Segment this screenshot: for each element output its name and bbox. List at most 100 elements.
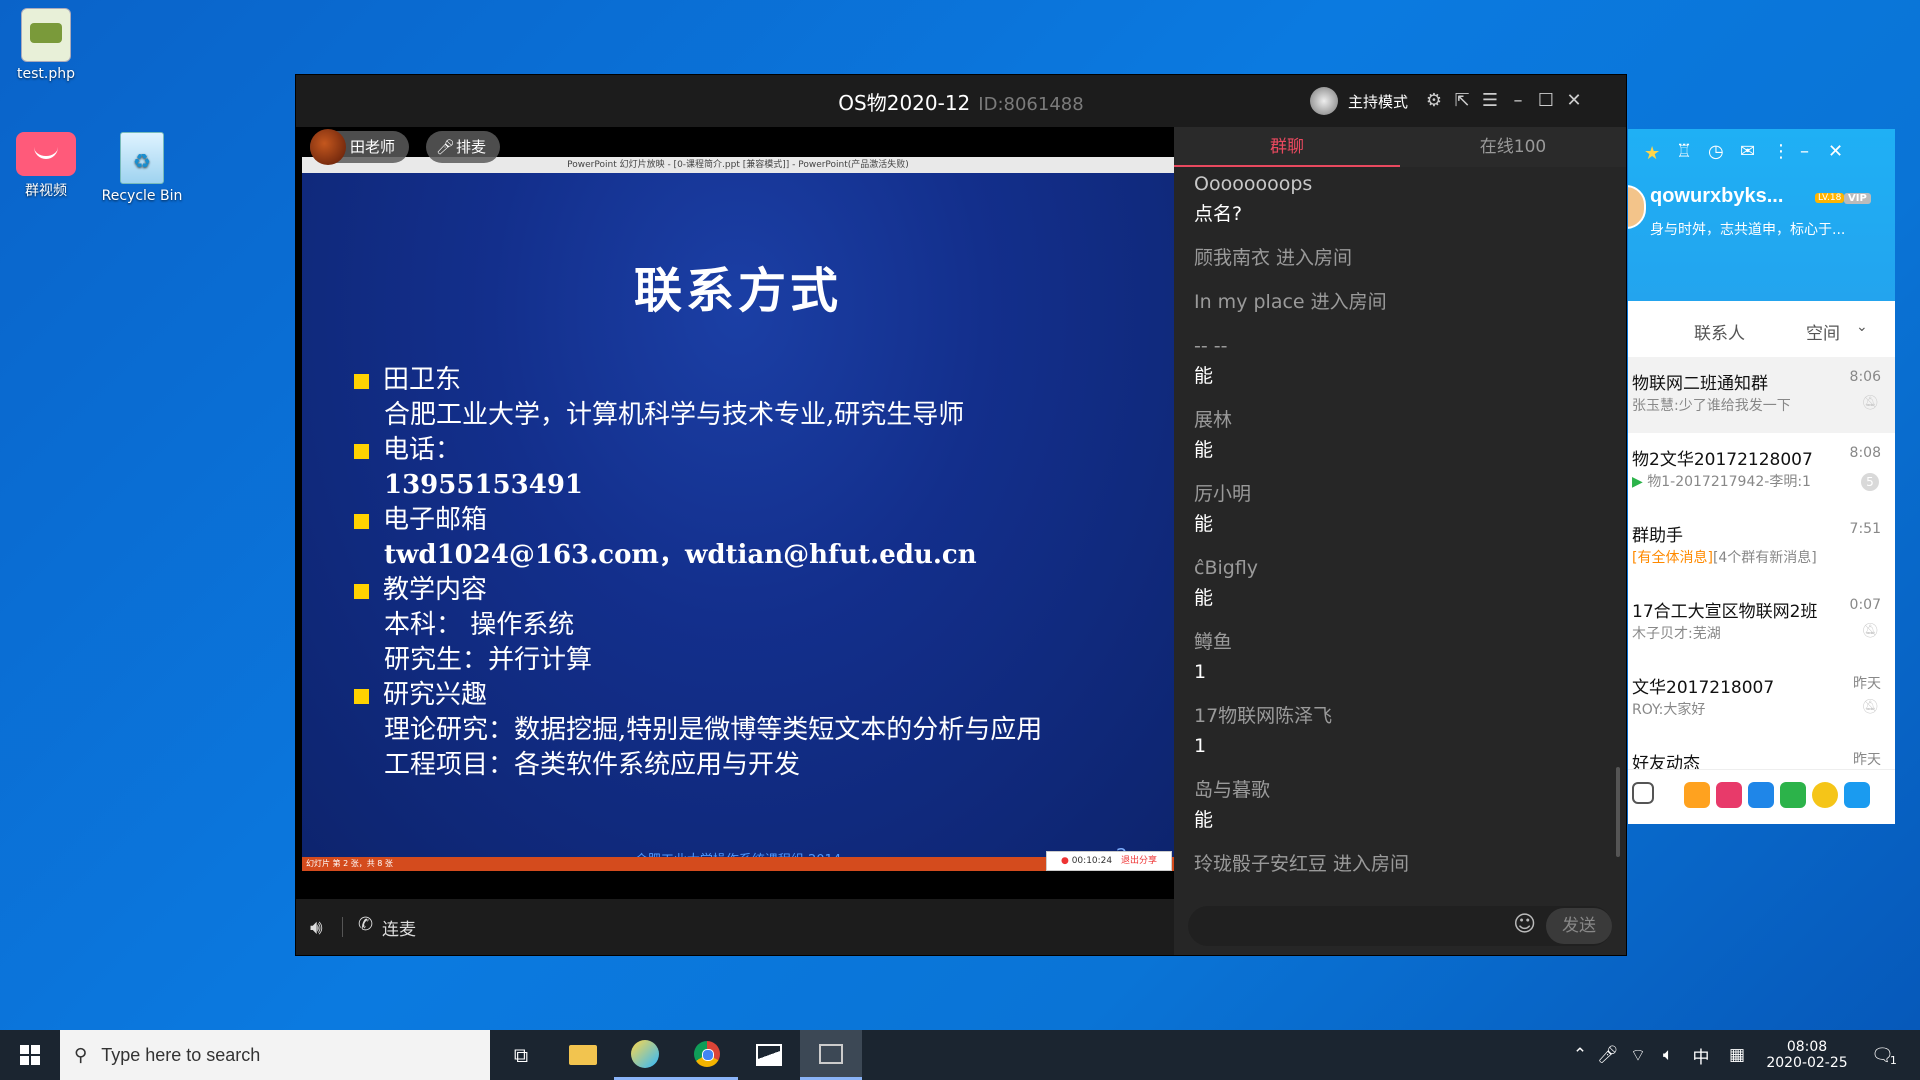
ime-indicator[interactable]: 中 [1686,1030,1716,1080]
minimize-icon[interactable]: – [1800,141,1809,162]
network-icon[interactable]: ⌔ [1624,1030,1652,1080]
qq-app-bar [1628,769,1895,820]
conversation-item[interactable]: 17合工大宣区物联网2班 木子贝才:芜湖 0:07 🔕︎ [1628,585,1895,661]
exit-share-button[interactable]: 退出分享 [1121,856,1157,866]
message-text: 1 [1194,661,1207,683]
sender-name: -- -- [1194,335,1228,357]
queue-mic-button[interactable]: 🎤︎ 排麦 [426,131,501,163]
window-titlebar: OS物2020-12 ID:8061488 主持模式 ⚙ ⇱ ☰ – ☐ ✕ [296,75,1626,127]
task-view-icon[interactable]: ⧉ [490,1030,552,1080]
popout-icon[interactable]: ⇱ [1450,89,1474,113]
phone-icon[interactable]: ✆ [358,914,373,935]
settings-icon[interactable]: ⚙ [1422,89,1446,113]
conversation-item[interactable]: 物2文华20172128007 ▶ 物1-2017217942-李明:1 8:0… [1628,433,1895,509]
pen-app-icon[interactable] [614,1030,676,1080]
chat-scrollbar[interactable] [1616,767,1620,857]
host-avatar[interactable] [1310,87,1338,115]
video-icon[interactable] [1716,782,1742,808]
chat-message-list[interactable]: Oooooooops 点名? 顾我南衣 进入房间 In my place 进入房… [1174,167,1614,887]
desktop-icon-label: Recycle Bin [101,188,183,204]
game-icon[interactable] [1684,782,1710,808]
host-mode-label[interactable]: 主持模式 [1348,91,1408,112]
qq-nickname[interactable]: qowurxbyks... [1650,185,1783,208]
sender-name: 展林 [1194,409,1233,431]
menu-icon[interactable]: ☰ [1478,89,1502,113]
slide-line: 电话： [354,433,1042,468]
chat-message: 鳟鱼 1 [1174,627,1614,687]
clock[interactable]: 08:08 2020-02-25 [1762,1030,1852,1080]
speaker-icon[interactable]: 🔊︎ [310,915,323,939]
slide-line: 电子邮箱 [354,503,1042,538]
notification-count: 1 [1889,1053,1897,1067]
chrome-icon[interactable] [676,1030,738,1080]
taskbar-search[interactable]: ⚲ Type here to search [60,1030,490,1080]
cloud-icon[interactable] [1748,782,1774,808]
chat-input[interactable]: ☺ 发送 [1188,906,1612,946]
coin-icon[interactable] [1812,782,1838,808]
microphone-icon[interactable]: 🎤︎ [1594,1030,1622,1080]
more-icon[interactable]: ⋮ [1772,141,1790,162]
chat-message: 展林 能 [1174,405,1614,465]
bullet-icon [354,443,369,459]
photos-icon[interactable] [738,1030,800,1080]
minimize-icon[interactable]: – [1506,89,1530,113]
conversation-item[interactable]: 文华2017218007 ROY:大家好 昨天 🔕︎ [1628,661,1895,737]
rec-time: 00:10:24 [1071,856,1113,866]
presenter-badge[interactable]: 田老师 [310,129,410,165]
slide-line: 田卫东 [354,363,1042,398]
conversation-item[interactable]: 群助手 [有全体消息][4个群有新消息] 7:51 [1628,509,1895,585]
unread-badge: 5 [1861,473,1879,491]
conversation-item[interactable]: 物联网二班通知群 张玉慧:少了谁给我发一下 8:06 🔕︎ [1628,357,1895,433]
avatar[interactable] [1628,185,1646,229]
file-explorer-icon[interactable] [552,1030,614,1080]
connect-mic-button[interactable]: 连麦 [382,915,416,940]
keyboard-grid-icon[interactable]: ▦ [1722,1030,1752,1080]
maximize-icon[interactable]: ☐ [1534,89,1558,113]
slide-line: twd1024@163.com，wdtian@hfut.edu.cn [384,540,977,570]
chevron-up-icon[interactable]: ⌃ [1566,1030,1594,1080]
volume-icon[interactable]: 🔈︎ [1654,1030,1682,1080]
slide-line: 教学内容 [354,573,1042,608]
close-icon[interactable]: ✕ [1562,89,1586,113]
apps-icon[interactable] [1632,782,1654,804]
close-icon[interactable]: ✕ [1828,141,1843,162]
emoji-icon[interactable]: ☺ [1513,912,1536,937]
mute-icon: 🔕︎ [1861,699,1879,715]
share-recording-box[interactable]: ● 00:10:24 退出分享 [1046,851,1172,871]
mail-icon[interactable]: ✉ [1740,141,1755,162]
send-button[interactable]: 发送 [1546,908,1612,944]
slide-line: 合肥工业大学，计算机科学与技术专业,研究生导师 [384,400,965,430]
qq-signature[interactable]: 身与时舛，志共道申，标心于... [1650,219,1845,239]
tab-contacts[interactable]: 联系人 [1694,319,1745,344]
clock-icon[interactable]: ◷ [1708,141,1724,162]
chat-message: -- -- 能 [1174,331,1614,391]
play-icon[interactable] [1780,782,1806,808]
start-button[interactable] [0,1030,60,1080]
chat-message: Oooooooops 点名? [1174,169,1614,229]
grid-icon[interactable] [1844,782,1870,808]
chevron-down-icon[interactable]: ⌄ [1856,319,1868,335]
chat-message: 厉小明 能 [1174,479,1614,539]
slide-line: 工程项目：各类软件系统应用与开发 [384,750,801,780]
desktop-icon-test-php[interactable]: test.php [2,8,90,82]
sender-name: ĉBigfly [1194,557,1259,579]
message-text: 能 [1194,809,1214,831]
taskbar: ⚲ Type here to search ⧉ ⌃ 🎤︎ ⌔ 🔈︎ 中 ▦ 08… [0,1030,1920,1080]
clock-time: 08:08 [1786,1039,1828,1055]
desktop-icon-group-video[interactable]: 群视频 [2,132,90,200]
level-badge: LV.18 [1815,193,1845,203]
presenter-avatar [310,129,346,165]
desktop-icon-recycle-bin[interactable]: ♻ Recycle Bin [98,132,186,204]
notification-icon[interactable]: 🗨︎ 1 [1864,1030,1904,1080]
bullet-icon [354,583,369,599]
conversation-item[interactable]: 好友动态 昨天 [1628,737,1895,774]
tab-space[interactable]: 空间 [1806,319,1840,344]
bullet-icon [354,688,369,704]
chat-tabs: 群聊 在线100 [1174,127,1626,167]
shirt-icon[interactable]: ♖ [1676,141,1692,162]
clock-date: 2020-02-25 [1766,1055,1848,1071]
star-icon[interactable]: ★ [1644,143,1660,164]
tab-group-chat[interactable]: 群聊 [1174,127,1400,167]
meeting-app-icon[interactable] [800,1030,862,1080]
tab-online[interactable]: 在线100 [1400,127,1626,167]
